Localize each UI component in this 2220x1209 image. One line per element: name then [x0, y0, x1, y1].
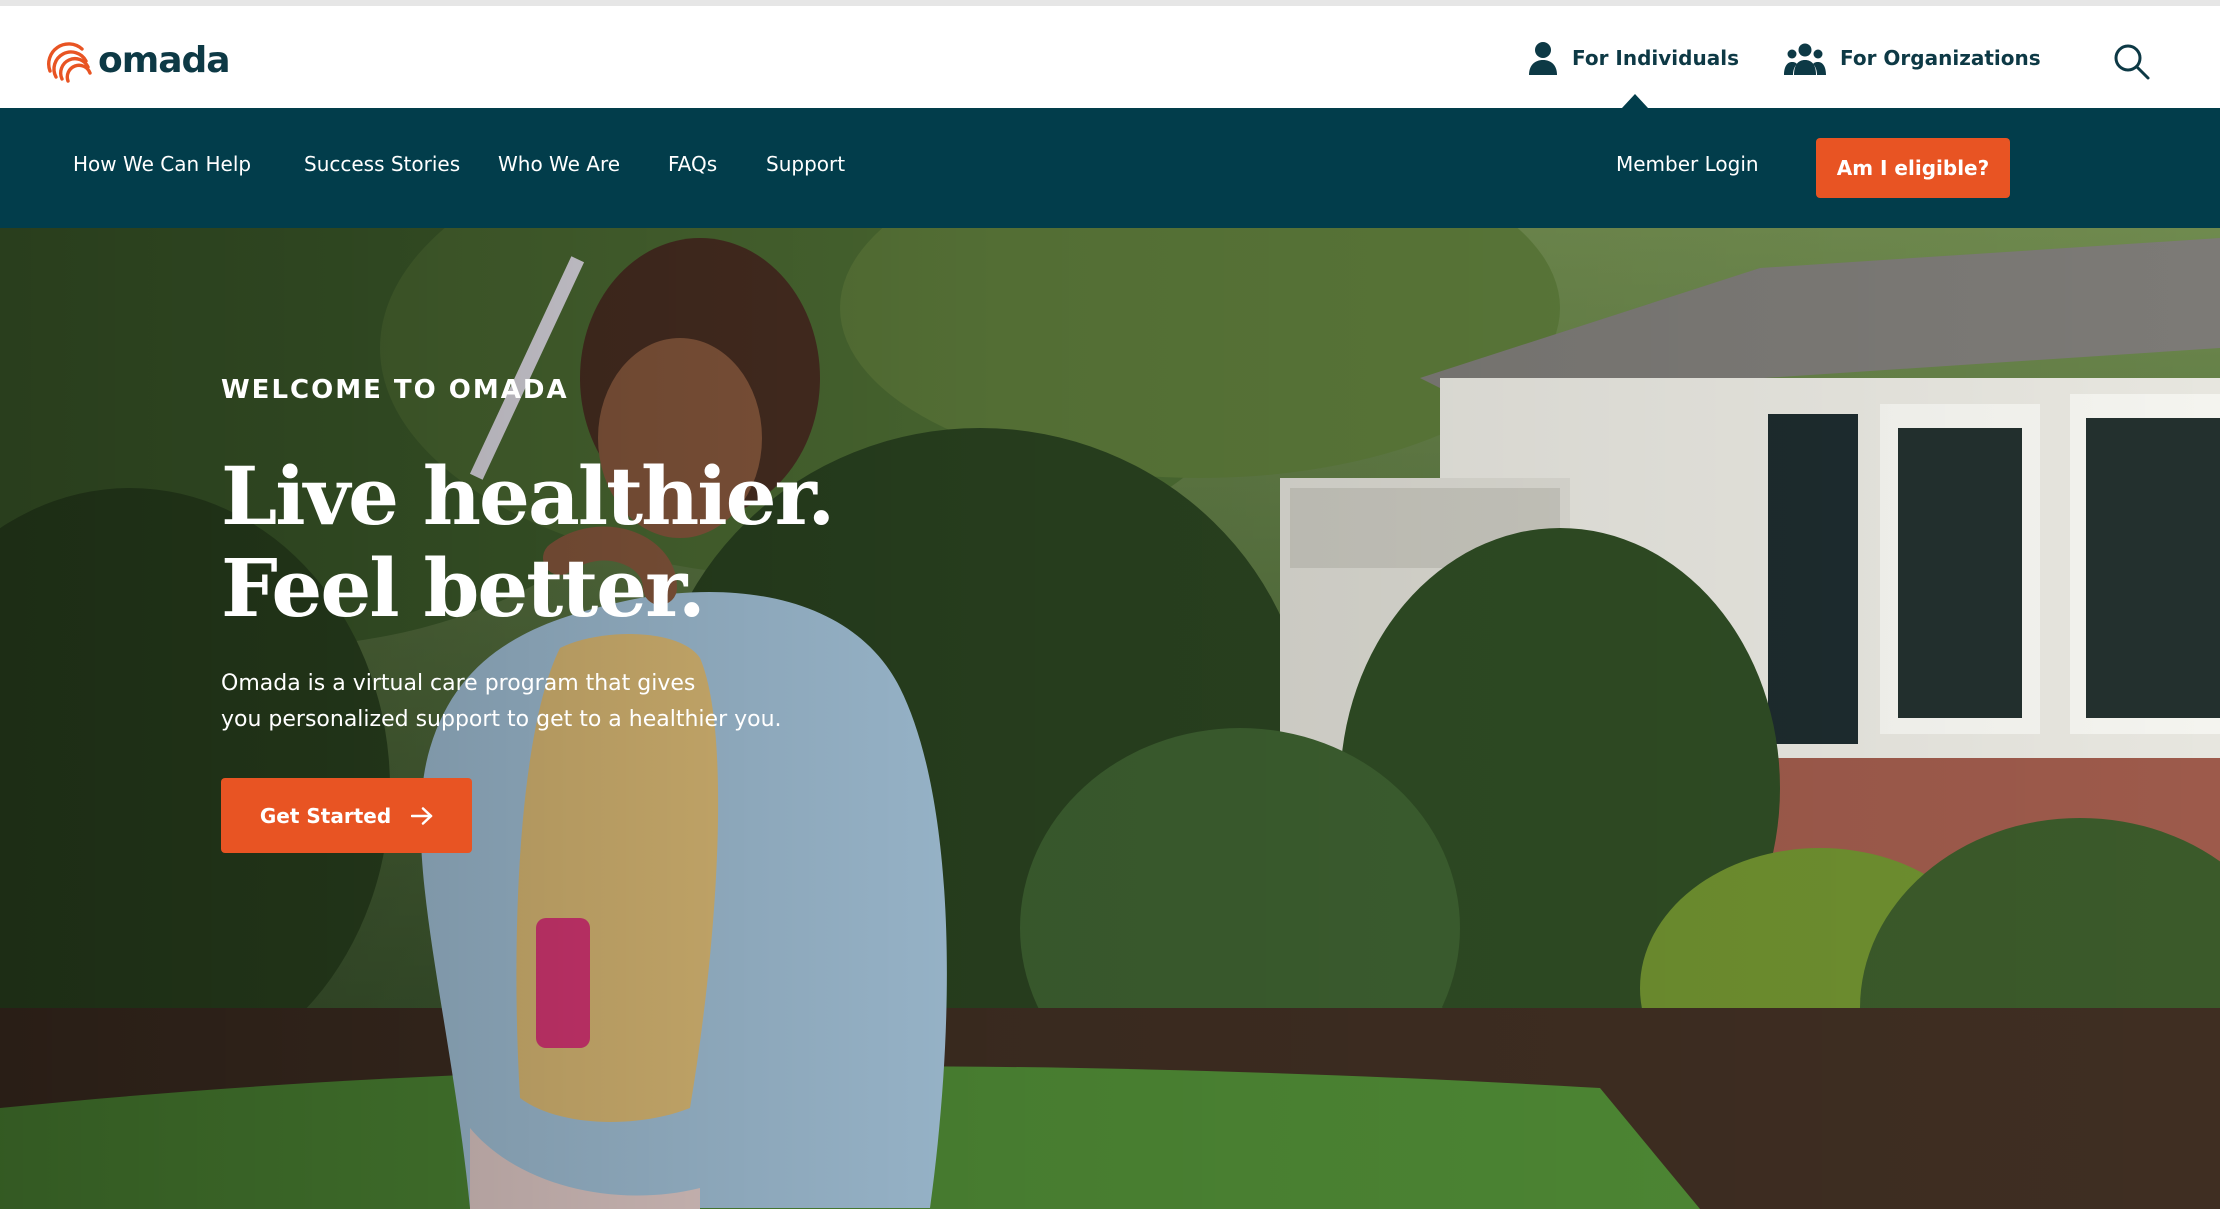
group-icon [1784, 43, 1826, 75]
active-audience-caret [1622, 94, 1648, 108]
for-organizations-label: For Organizations [1840, 46, 2041, 70]
for-individuals-label: For Individuals [1572, 46, 1739, 70]
omada-logo-icon [47, 42, 92, 83]
hero-description: Omada is a virtual care program that giv… [221, 666, 841, 738]
omada-logo[interactable]: omada [46, 34, 231, 86]
member-login-link[interactable]: Member Login [1616, 152, 1759, 176]
person-icon [1529, 42, 1557, 75]
nav-item-success-stories[interactable]: Success Stories [304, 152, 460, 176]
hero-section: WELCOME TO OMADA Live healthier. Feel be… [0, 228, 2220, 1209]
get-started-button[interactable]: Get Started [221, 778, 472, 853]
get-started-label: Get Started [259, 803, 392, 828]
hero-headline-line-2: Feel better. [221, 541, 706, 635]
hero-headline: Live healthier. Feel better. [221, 449, 835, 635]
search-icon [2114, 44, 2150, 80]
hero-description-line-2: you personalized support to get to a hea… [221, 707, 782, 732]
top-bar: omada For Individuals For Organizations [0, 6, 2220, 108]
for-organizations-link[interactable]: For Organizations [1784, 36, 2041, 80]
nav-item-how-we-can-help[interactable]: How We Can Help [73, 152, 251, 176]
brand-wordmark: omada [98, 39, 231, 81]
nav-item-support[interactable]: Support [766, 152, 845, 176]
arrow-right-icon [411, 806, 433, 825]
hero-headline-line-1: Live healthier. [221, 449, 835, 543]
hero-eyebrow: WELCOME TO OMADA [221, 375, 569, 405]
nav-item-faqs[interactable]: FAQs [668, 152, 717, 176]
hero-description-line-1: Omada is a virtual care program that giv… [221, 671, 696, 696]
nav-item-who-we-are[interactable]: Who We Are [498, 152, 620, 176]
main-nav: How We Can Help Success Stories Who We A… [0, 108, 2220, 228]
for-individuals-link[interactable]: For Individuals [1528, 36, 1739, 80]
search-button[interactable] [2112, 42, 2152, 82]
am-i-eligible-button[interactable]: Am I eligible? [1816, 138, 2010, 198]
